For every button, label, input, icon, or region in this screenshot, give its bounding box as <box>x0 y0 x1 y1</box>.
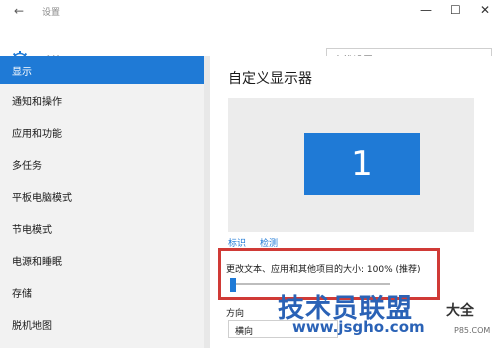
monitor-tile[interactable]: 1 <box>304 133 420 195</box>
minimize-button[interactable]: — <box>420 3 432 17</box>
sidebar-item-multitasking[interactable]: 多任务 <box>0 150 204 178</box>
sidebar-item-storage[interactable]: 存储 <box>0 278 204 306</box>
maximize-button[interactable]: ☐ <box>450 3 461 17</box>
sidebar-item-label: 电源和睡眠 <box>12 257 62 268</box>
sidebar-item-label: 多任务 <box>12 161 42 172</box>
orientation-label: 方向 <box>226 309 245 319</box>
sidebar: 显示 通知和操作 应用和功能 多任务 平板电脑模式 节电模式 电源和睡眠 存储 … <box>0 56 204 348</box>
title-bar: ← 设置 — ☐ ✕ <box>0 0 502 22</box>
close-button[interactable]: ✕ <box>480 3 490 17</box>
sidebar-item-label: 显示 <box>12 67 32 78</box>
orientation-value: 横向 <box>235 327 254 337</box>
header: 系统 查找设置 <box>0 22 502 69</box>
sidebar-item-label: 平板电脑模式 <box>12 193 72 204</box>
sidebar-item-tablet-mode[interactable]: 平板电脑模式 <box>0 182 204 210</box>
window-title: 设置 <box>42 8 61 18</box>
sidebar-item-apps[interactable]: 应用和功能 <box>0 118 204 146</box>
sidebar-item-notifications[interactable]: 通知和操作 <box>0 86 204 114</box>
sidebar-item-label: 节电模式 <box>12 225 52 236</box>
sidebar-item-power-sleep[interactable]: 电源和睡眠 <box>0 246 204 274</box>
back-arrow-icon[interactable]: ← <box>14 4 24 18</box>
sidebar-item-battery-saver[interactable]: 节电模式 <box>0 214 204 242</box>
sidebar-item-label: 应用和功能 <box>12 129 62 140</box>
watermark-extra: 大全 <box>446 303 474 319</box>
sidebar-item-offline-maps[interactable]: 脱机地图 <box>0 310 204 338</box>
watermark-small: P85.COM <box>454 326 491 335</box>
sidebar-item-label: 通知和操作 <box>12 97 62 108</box>
watermark-url: www.jsgho.com <box>292 318 425 336</box>
page-title: 自定义显示器 <box>228 71 312 87</box>
sidebar-item-display[interactable]: 显示 <box>0 56 204 84</box>
sidebar-item-label: 脱机地图 <box>12 321 52 332</box>
sidebar-item-label: 存储 <box>12 289 32 300</box>
